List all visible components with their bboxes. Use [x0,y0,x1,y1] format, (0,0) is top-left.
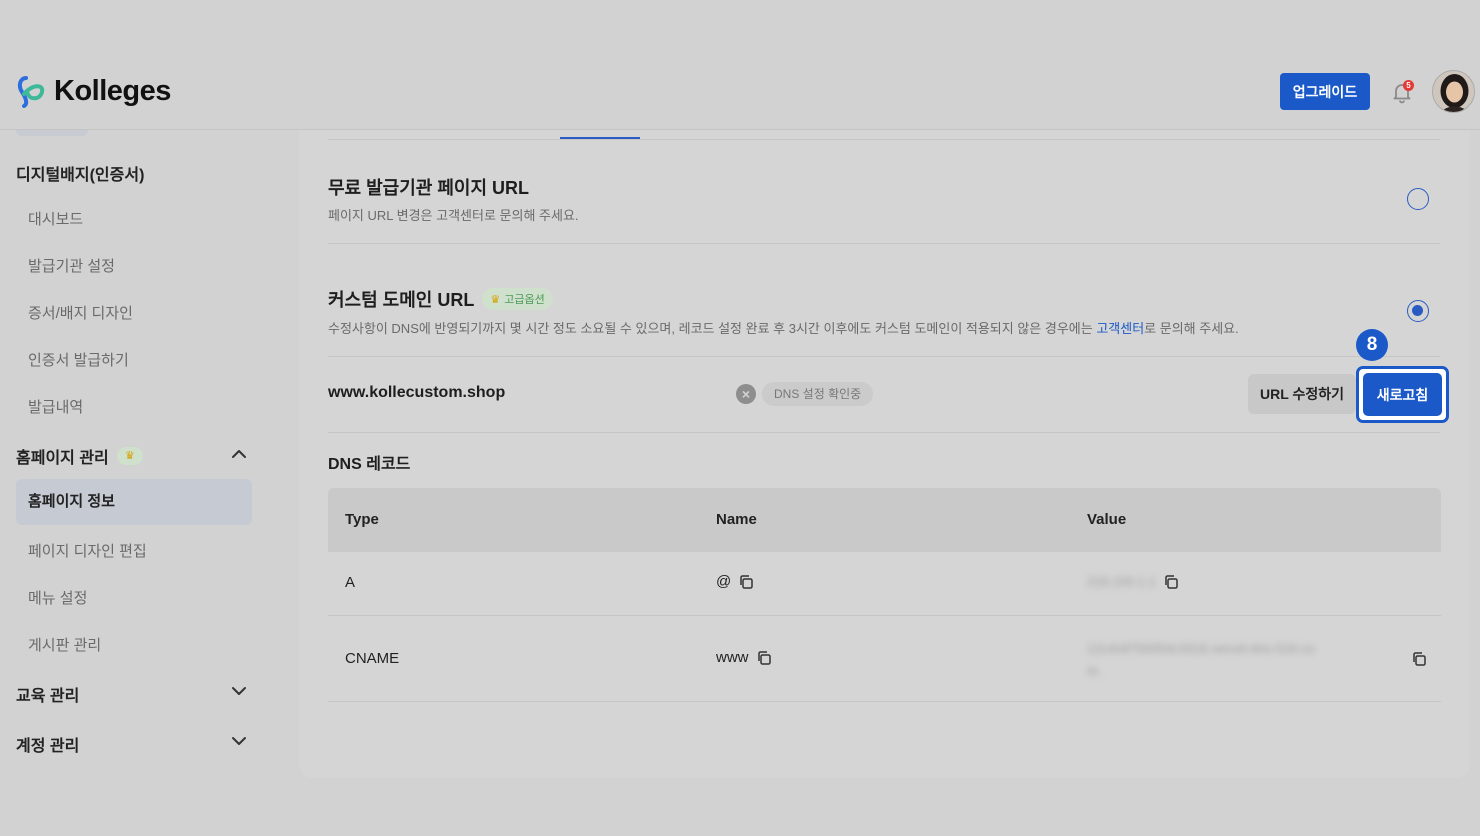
custom-url-desc-tail: 로 문의해 주세요. [1144,321,1239,336]
record-value: 216.150.1.1 [1087,574,1156,589]
chevron-down-icon[interactable] [230,732,248,750]
scroll-hint [16,130,88,136]
column-header-type: Type [345,511,379,528]
divider [328,243,1440,244]
custom-url-desc-text: 수정사항이 DNS에 반영되기까지 몇 시간 정도 소요될 수 있으며, 레코드… [328,321,1097,336]
sidebar-section-label: 교육 관리 [16,688,80,705]
sidebar-item-issue-history[interactable]: 발급내역 [28,396,83,417]
sidebar-item-homepage-info[interactable]: 홈페이지 정보 [16,479,252,525]
notification-badge: 5 [1403,80,1414,91]
close-icon: × [736,384,756,404]
step-badge: 8 [1356,329,1388,361]
record-value: 12c4c8750054c3316.vercel-dns-016.co [1087,641,1315,656]
sidebar-item-page-design[interactable]: 페이지 디자인 편집 [28,540,147,561]
sidebar-item-issue-certificate[interactable]: 인증서 발급하기 [28,349,129,370]
crown-icon: ♛ [490,293,501,306]
custom-domain-value: www.kollecustom.shop [328,384,506,401]
refresh-highlight: 새로고침 [1356,366,1449,423]
sidebar-section-label: 홈페이지 관리 [16,450,109,467]
copy-icon[interactable] [1411,651,1427,667]
column-header-name: Name [716,511,757,528]
sidebar-item-dashboard[interactable]: 대시보드 [28,208,83,229]
chevron-down-icon[interactable] [230,682,248,700]
sidebar-item-menu-settings[interactable]: 메뉴 설정 [28,587,87,608]
divider [328,356,1440,357]
custom-url-title-row: 커스텀 도메인 URL ♛ 고급옵션 [328,286,553,312]
crown-icon: ♛ [116,447,143,465]
record-value-continued: m. [1087,663,1102,678]
user-avatar-icon [1433,71,1474,112]
active-tab-indicator [560,137,640,139]
refresh-button[interactable]: 새로고침 [1363,373,1442,416]
sidebar-section-label: 디지털배지(인증서) [16,167,145,184]
copy-icon[interactable] [738,574,754,590]
copy-icon[interactable] [756,650,772,666]
free-url-radio[interactable] [1407,188,1429,210]
custom-url-radio[interactable] [1407,300,1429,322]
sidebar-section-homepage[interactable]: 홈페이지 관리 ♛ [16,444,143,468]
sidebar-section-digital-badge[interactable]: 디지털배지(인증서) [16,161,144,185]
sidebar-section-account[interactable]: 계정 관리 [16,732,79,756]
record-value-cell: 216.150.1.1 [1087,573,1179,590]
column-header-value: Value [1087,511,1127,528]
brand-name: Kolleges [54,74,171,107]
sidebar-section-label: 계정 관리 [16,738,80,755]
dns-records-table: Type Name Value A @ 216.150.1.1 CNAME ww… [328,488,1441,702]
main-panel: 무료 발급기관 페이지 URL 페이지 URL 변경은 고객센터로 문의해 주세… [299,130,1470,778]
record-name: @ [716,573,732,590]
dns-records-title: DNS 레코드 [328,456,411,473]
kolleges-logo-icon [17,76,45,108]
sidebar-section-education[interactable]: 교육 관리 [16,682,79,706]
custom-url-desc: 수정사항이 DNS에 반영되기까지 몇 시간 정도 소요될 수 있으며, 레코드… [328,318,1239,337]
top-header: Kolleges 업그레이드 5 [0,54,1480,130]
chevron-up-icon[interactable] [230,445,248,463]
tabs-divider [328,139,1440,140]
edit-url-button[interactable]: URL 수정하기 [1248,374,1356,414]
record-name: www [716,649,749,666]
record-value-cell: 12c4c8750054c3316.vercel-dns-016.co m. [1087,638,1397,682]
table-header: Type Name Value [328,488,1441,552]
brand-logo[interactable]: Kolleges [16,74,171,108]
premium-tag: ♛ 고급옵션 [482,288,553,310]
divider [328,432,1440,433]
upgrade-button[interactable]: 업그레이드 [1280,73,1370,110]
support-link[interactable]: 고객센터 [1096,321,1144,336]
table-row: A @ 216.150.1.1 [328,552,1441,616]
free-url-title: 무료 발급기관 페이지 URL [328,178,530,198]
record-type: A [345,574,356,591]
sidebar: 디지털배지(인증서) 대시보드 발급기관 설정 증서/배지 디자인 인증서 발급… [0,130,274,780]
custom-url-title: 커스텀 도메인 URL [328,290,475,310]
dns-status-badge: DNS 설정 확인중 [762,382,874,406]
sidebar-item-certificate-design[interactable]: 증서/배지 디자인 [28,302,133,323]
record-name-cell: @ [716,573,754,590]
record-name-cell: www [716,649,772,666]
copy-icon[interactable] [1163,574,1179,590]
sidebar-item-board-management[interactable]: 게시판 관리 [28,634,101,655]
record-type: CNAME [345,650,400,667]
free-url-desc: 페이지 URL 변경은 고객센터로 문의해 주세요. [328,208,579,223]
premium-tag-label: 고급옵션 [504,294,545,306]
avatar[interactable] [1432,70,1475,113]
sidebar-item-issuer-settings[interactable]: 발급기관 설정 [28,255,115,276]
table-row: CNAME www 12c4c8750054c3316.vercel-dns-0… [328,616,1441,702]
